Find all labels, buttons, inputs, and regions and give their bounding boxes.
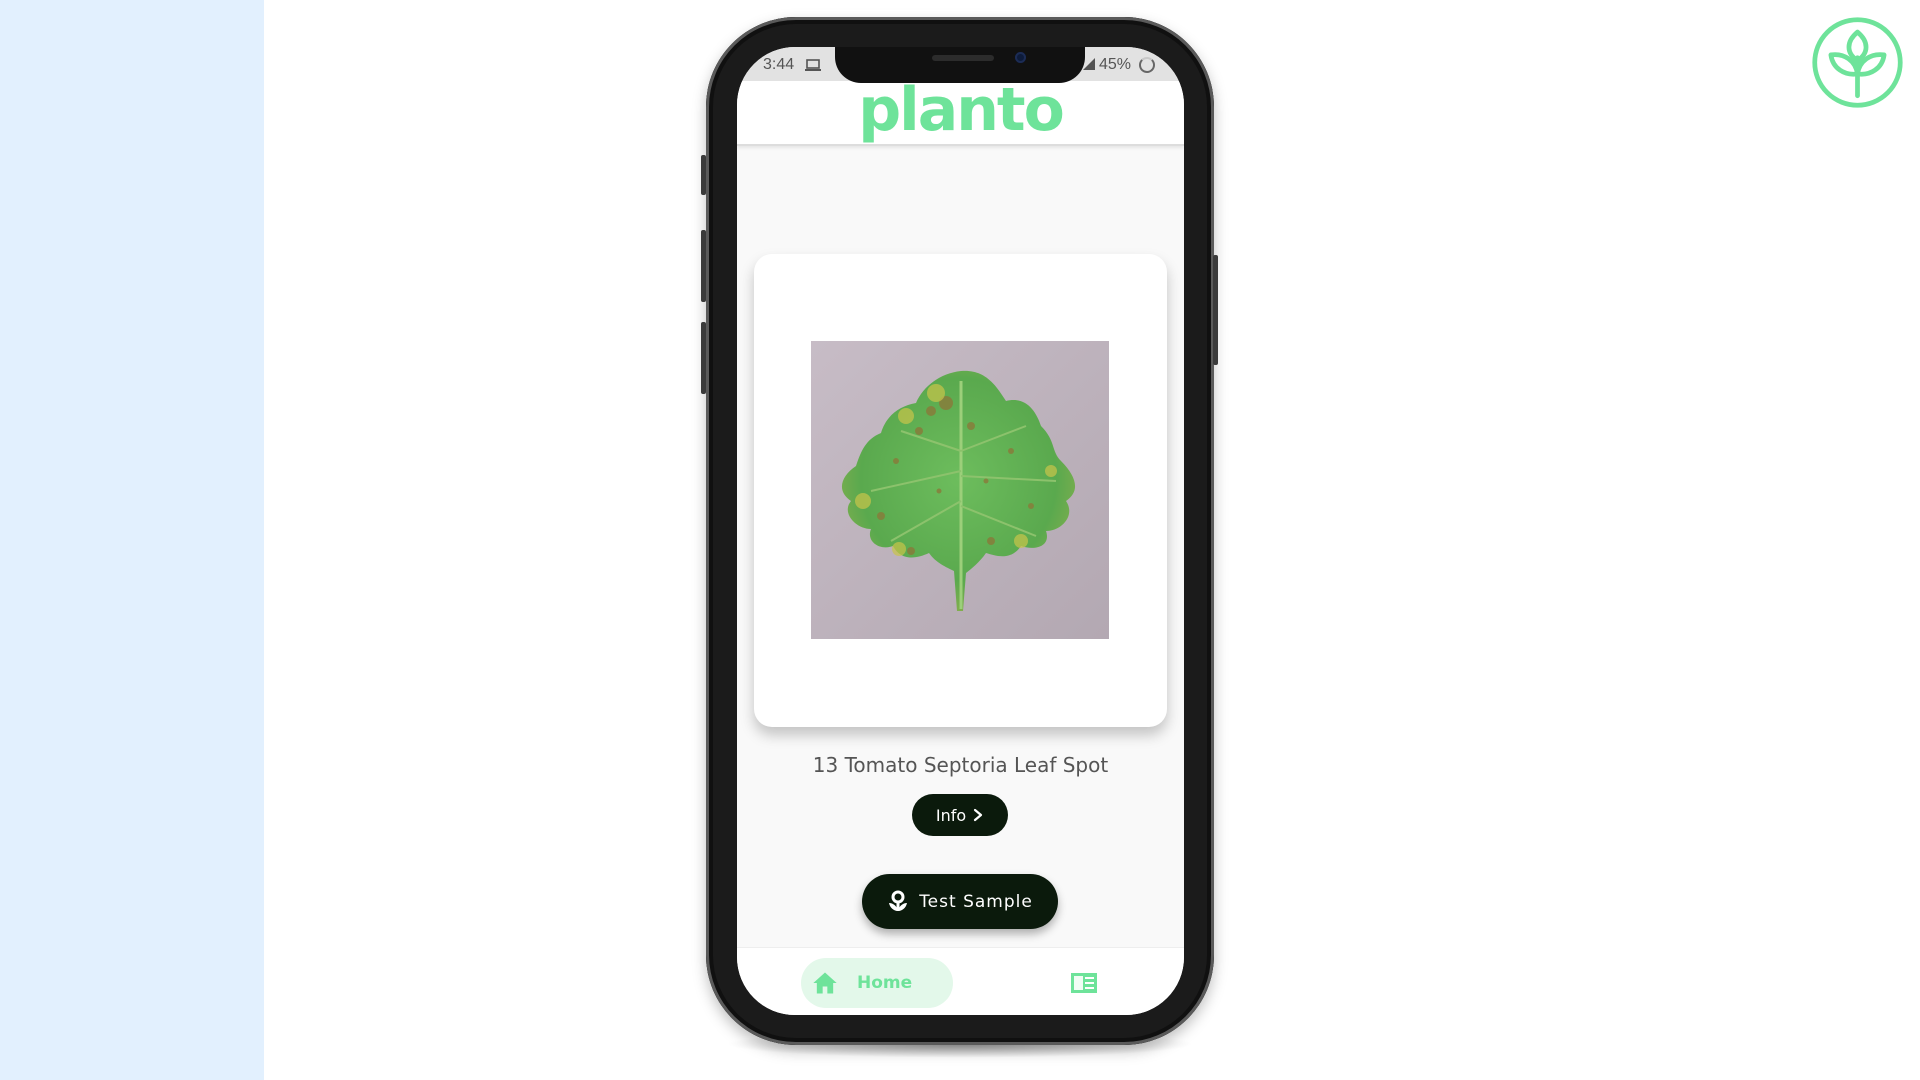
nav-home-label: Home	[857, 973, 913, 993]
phone-screen: 3:44 45% planto 13 Tomato Septoria Leaf …	[737, 47, 1184, 1015]
notch-camera	[1015, 52, 1026, 63]
info-button[interactable]: Info	[912, 794, 1008, 836]
phone-volume-up	[701, 230, 706, 302]
left-panel	[0, 0, 264, 1080]
notch-speaker	[932, 55, 994, 61]
battery-icon	[1139, 57, 1155, 73]
phone-volume-down	[701, 322, 706, 394]
disease-title: 13 Tomato Septoria Leaf Spot	[812, 753, 1109, 777]
status-battery: 45%	[1099, 56, 1132, 73]
article-icon[interactable]	[1070, 970, 1098, 996]
phone-notch	[835, 47, 1085, 83]
chevron-right-icon	[974, 808, 983, 822]
info-button-label: Info	[935, 805, 967, 825]
plant-icon	[889, 890, 908, 911]
phone-power-button	[1213, 255, 1218, 365]
test-sample-button[interactable]: Test Sample	[862, 874, 1058, 929]
plant-logo-icon	[1812, 17, 1903, 108]
leaf-sample-image	[811, 341, 1109, 639]
phone-side-button	[701, 155, 706, 195]
bottom-nav: Home	[737, 947, 1184, 1015]
test-sample-label: Test Sample	[919, 891, 1033, 912]
app-header: planto	[737, 75, 1184, 146]
sample-card	[754, 254, 1167, 727]
laptop-icon	[805, 59, 821, 71]
nav-item-home[interactable]: Home	[801, 958, 953, 1008]
home-icon	[813, 972, 837, 994]
status-time: 3:44	[763, 56, 795, 73]
brand-logo: planto	[858, 75, 1065, 145]
